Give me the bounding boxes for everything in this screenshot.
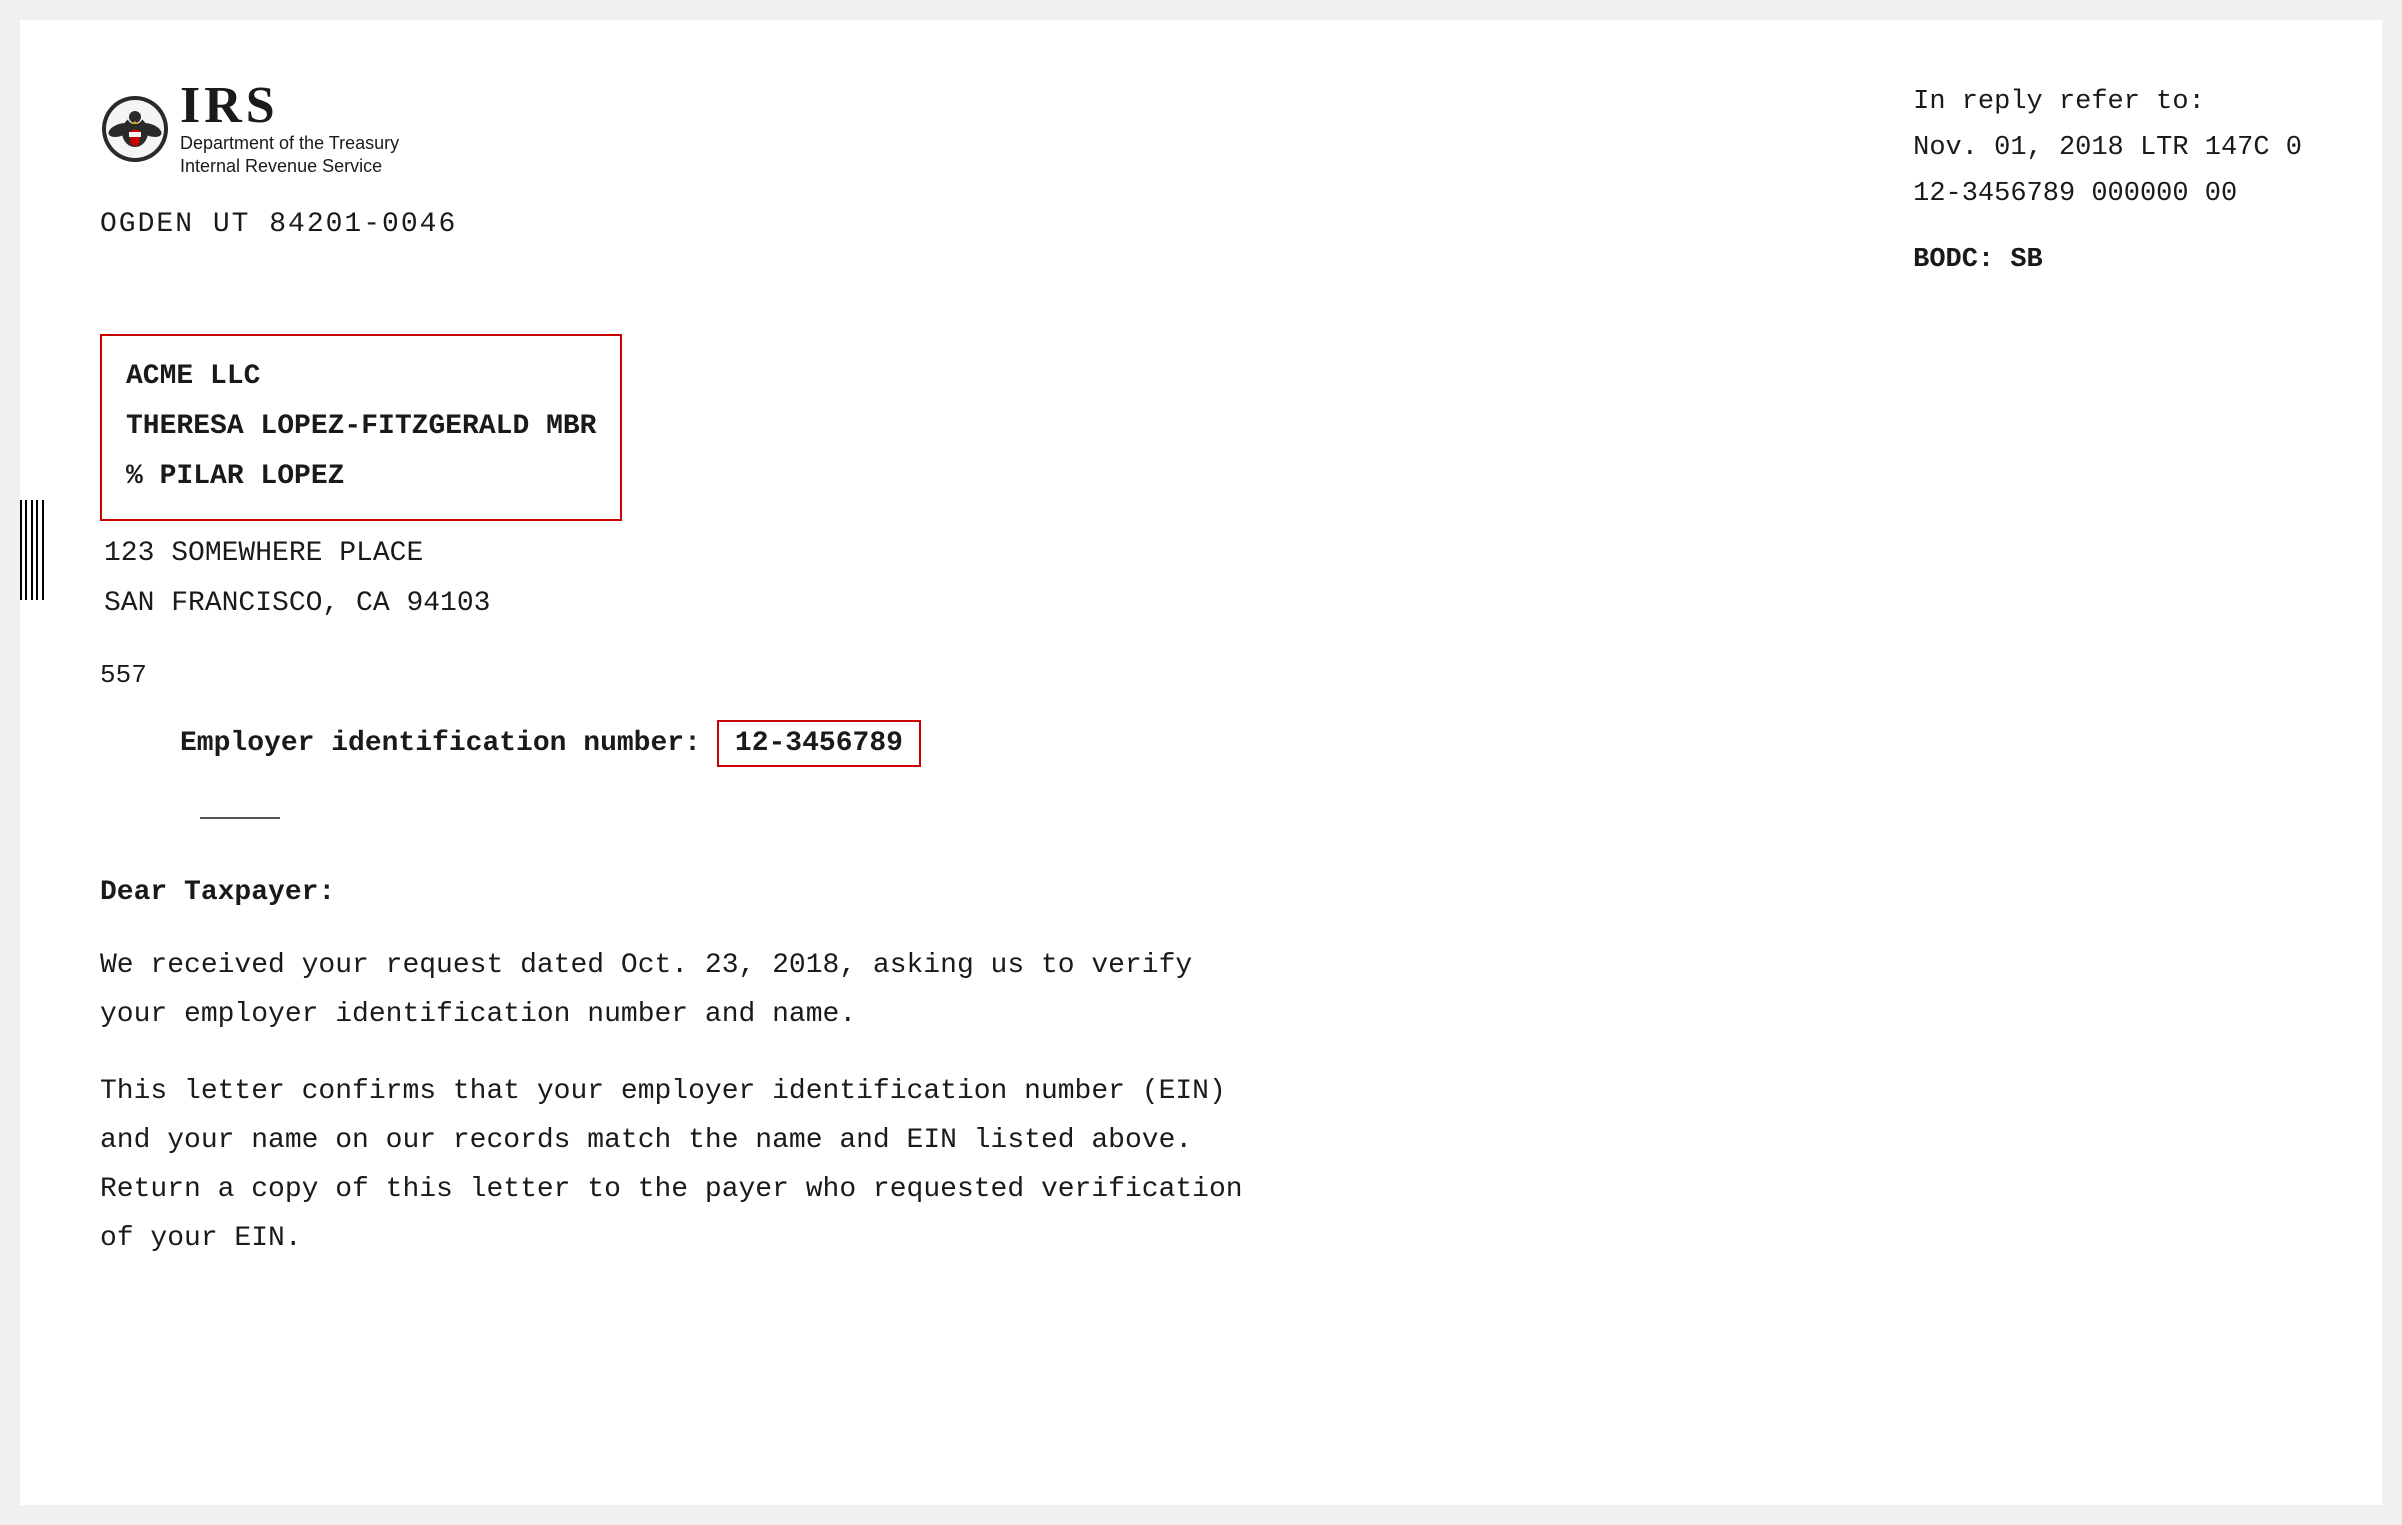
recipient-plain-line2: SAN FRANCISCO, CA 94103: [104, 579, 2302, 629]
irs-text-block: IRS Department of the Treasury Internal …: [180, 80, 399, 179]
recipient-plain-line1: 123 SOMEWHERE PLACE: [104, 529, 2302, 579]
body-paragraph-1: We received your request dated Oct. 23, …: [100, 941, 2302, 1039]
document-header: IRS Department of the Treasury Internal …: [100, 80, 2302, 284]
letter-body: Dear Taxpayer: We received your request …: [100, 868, 2302, 1263]
barcode-decoration: [20, 500, 48, 600]
sender-address: OGDEN UT 84201-0046: [100, 209, 457, 240]
reply-block: In reply refer to: Nov. 01, 2018 LTR 147…: [1913, 80, 2302, 284]
reply-line1: In reply refer to:: [1913, 80, 2302, 126]
recipient-line1: ACME LLC: [126, 352, 596, 402]
ein-label: Employer identification number:: [180, 728, 701, 759]
irs-document: IRS Department of the Treasury Internal …: [20, 20, 2382, 1505]
irs-letters: IRS: [180, 80, 399, 132]
body-paragraph-2: This letter confirms that your employer …: [100, 1067, 2302, 1263]
ein-section: Employer identification number: 12-34567…: [100, 720, 2302, 767]
recipient-address-block: ACME LLC THERESA LOPEZ-FITZGERALD MBR % …: [100, 334, 2302, 630]
reply-line2: Nov. 01, 2018 LTR 147C 0: [1913, 126, 2302, 172]
underline-dash: [200, 817, 280, 819]
recipient-line3: % PILAR LOPEZ: [126, 452, 596, 502]
bodc-line: BODC: SB: [1913, 238, 2302, 284]
dear-line: Dear Taxpayer:: [100, 868, 2302, 917]
recipient-line2: THERESA LOPEZ-FITZGERALD MBR: [126, 402, 596, 452]
left-header: IRS Department of the Treasury Internal …: [100, 80, 457, 240]
reply-line3: 12-3456789 000000 00: [1913, 172, 2302, 218]
irs-logo: IRS Department of the Treasury Internal …: [100, 80, 457, 179]
ein-value-box: 12-3456789: [717, 720, 921, 767]
eagle-icon: [100, 94, 170, 164]
recipient-boxed-address: ACME LLC THERESA LOPEZ-FITZGERALD MBR % …: [100, 334, 622, 521]
page-number: 557: [100, 660, 2302, 690]
recipient-plain-address: 123 SOMEWHERE PLACE SAN FRANCISCO, CA 94…: [100, 529, 2302, 630]
underline-decoration: [100, 797, 2302, 828]
irs-subtitle-line1: Department of the Treasury: [180, 132, 399, 155]
irs-subtitle-line2: Internal Revenue Service: [180, 155, 399, 178]
